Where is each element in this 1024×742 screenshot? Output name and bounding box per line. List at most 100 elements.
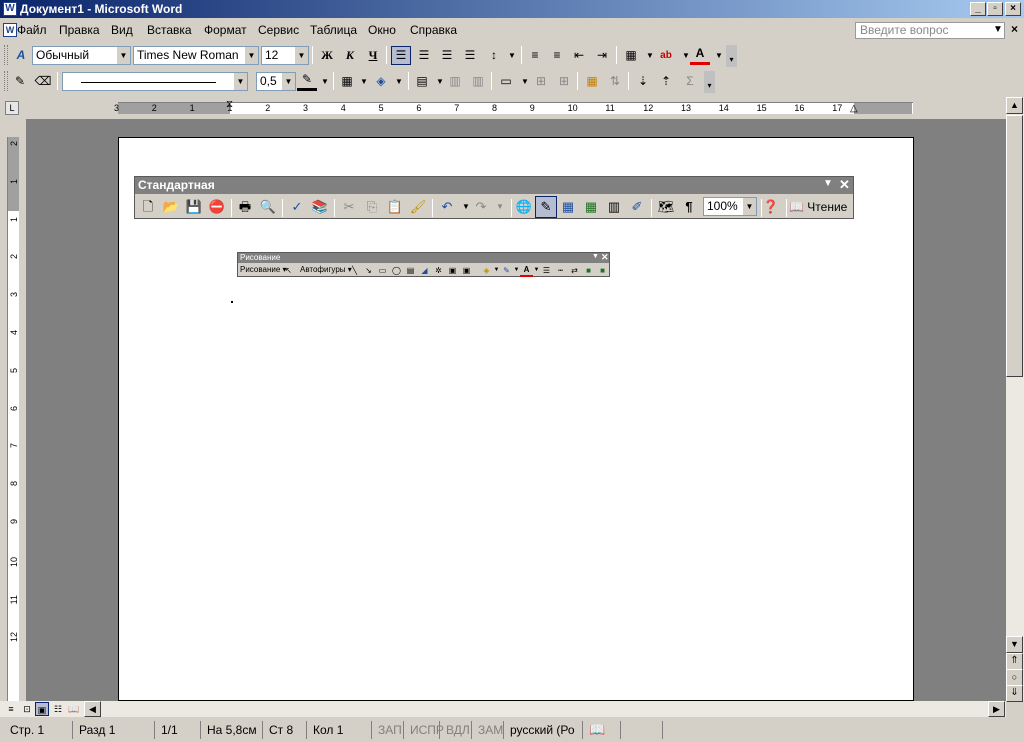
diagram-icon[interactable]: ✲ [432, 264, 445, 277]
underline-button[interactable]: Ч [363, 46, 383, 65]
copy-icon[interactable]: ⎘ [361, 196, 383, 218]
align-center-icon[interactable]: ☰ [414, 46, 434, 65]
read-mode-button[interactable]: 📖 Чтение [789, 196, 851, 218]
line-weight-select[interactable]: 0,5 ▼ [256, 72, 296, 91]
autoshapes-menu-button[interactable]: Автофигуры ▾ [300, 265, 352, 274]
menu-table[interactable]: Таблица [310, 23, 357, 37]
scrollbar-thumb[interactable] [1006, 115, 1023, 377]
line-spacing-icon[interactable]: ↕ [484, 46, 504, 65]
normal-view-icon[interactable]: ≡ [4, 702, 18, 716]
chevron-down-icon[interactable]: ▼ [502, 46, 522, 65]
3d-style-icon[interactable]: ■ [596, 264, 609, 277]
toolbar-options-icon[interactable]: ▼ [592, 253, 599, 260]
scroll-down-icon[interactable]: ▼ [1006, 636, 1023, 653]
menu-tools[interactable]: Сервис [258, 23, 299, 37]
chevron-down-icon[interactable]: ▼ [743, 198, 756, 215]
toolbar-grip[interactable] [4, 45, 8, 65]
restore-button[interactable]: ▫ [987, 2, 1003, 16]
insert-table-icon[interactable]: ▤ [412, 72, 432, 91]
drawing-icon[interactable]: ✐ [626, 196, 648, 218]
columns-icon[interactable]: ▥ [603, 196, 625, 218]
toolbar-options-icon[interactable]: ▼ [823, 178, 833, 189]
text-direction-icon[interactable]: ⇅ [605, 72, 625, 91]
print-preview-icon[interactable]: 🔍 [257, 196, 279, 218]
new-document-icon[interactable]: 🗋 [137, 196, 159, 218]
bullets-icon[interactable]: ≡ [547, 46, 567, 65]
right-indent-icon[interactable]: △ [850, 103, 858, 114]
chevron-down-icon[interactable]: ▼ [282, 73, 295, 90]
minimize-button[interactable]: _ [970, 2, 986, 16]
previous-page-icon[interactable]: ⇑ [1006, 653, 1023, 670]
drawing-toolbar-title[interactable]: Рисование [238, 253, 609, 263]
chevron-down-icon[interactable]: ▼ [389, 72, 409, 91]
standard-toolbar-title[interactable]: Стандартная [135, 177, 853, 194]
menu-format[interactable]: Формат [204, 23, 247, 37]
line-style-icon[interactable]: ☰ [540, 264, 553, 277]
document-menu-icon[interactable]: W [3, 23, 17, 37]
print-layout-icon[interactable]: ▣ [35, 702, 49, 716]
numbering-icon[interactable]: ≡ [525, 46, 545, 65]
chevron-down-icon[interactable]: ▼ [489, 196, 511, 218]
horizontal-scrollbar[interactable]: ≡ ⊡ ▣ ☷ 📖 ◀ ▶ [0, 701, 1006, 717]
style-select[interactable]: Обычный ▼ [32, 46, 131, 65]
scroll-left-icon[interactable]: ◀ [84, 701, 101, 717]
tab-selector-icon[interactable]: L [5, 101, 19, 115]
sort-descending-icon[interactable]: ⇡ [656, 72, 676, 91]
document-map-icon[interactable]: 🗺 [655, 196, 677, 218]
save-icon[interactable]: 💾 [183, 196, 205, 218]
close-button[interactable]: × [1005, 2, 1021, 16]
menu-window[interactable]: Окно [368, 23, 396, 37]
align-cell-icon[interactable]: ▭ [496, 72, 516, 91]
status-language[interactable]: русский (Ро [503, 721, 579, 739]
spelling-status-icon[interactable]: 📖 [582, 721, 605, 739]
ask-question-input[interactable]: Введите вопрос [855, 22, 1005, 39]
chevron-down-icon[interactable]: ▼ [295, 47, 308, 64]
borders-icon[interactable]: ▦ [621, 46, 641, 65]
insert-table-icon[interactable]: ▦ [557, 196, 579, 218]
menu-insert[interactable]: Вставка [147, 23, 192, 37]
tables-borders-icon[interactable]: ✎ [535, 196, 557, 218]
shading-color-icon[interactable]: ◈ [371, 72, 391, 91]
scroll-up-icon[interactable]: ▲ [1006, 97, 1023, 114]
close-icon[interactable]: ✕ [601, 252, 609, 263]
select-browse-object-icon[interactable]: ○ [1006, 669, 1023, 686]
merge-cells-icon[interactable]: ▥ [445, 72, 465, 91]
status-extend[interactable]: ВДЛ [439, 721, 470, 739]
border-color-icon[interactable]: ✎ [297, 72, 317, 91]
status-track-changes[interactable]: ИСПР [403, 721, 444, 739]
text-box-icon[interactable]: ▤ [404, 264, 417, 277]
scroll-right-icon[interactable]: ▶ [988, 701, 1005, 717]
chevron-down-icon[interactable]: ▼ [993, 24, 1003, 35]
distribute-columns-icon[interactable]: ⊞ [554, 72, 574, 91]
toolbar-grip[interactable] [4, 71, 8, 91]
menu-edit[interactable]: Правка [59, 23, 100, 37]
ruler-bar[interactable]: 3 2 1 1 2 3 4 5 6 7 8 9 10 11 12 13 14 15 16 17 [114, 102, 913, 114]
decrease-indent-icon[interactable]: ⇤ [569, 46, 589, 65]
web-layout-icon[interactable]: ⊡ [20, 702, 34, 716]
autosum-icon[interactable]: Σ [680, 72, 700, 91]
next-page-icon[interactable]: ⇓ [1006, 685, 1023, 702]
eraser-icon[interactable]: ⌫ [33, 72, 53, 91]
chevron-down-icon[interactable]: ▼ [117, 47, 130, 64]
align-left-icon[interactable]: ☰ [391, 46, 411, 65]
hyperlink-icon[interactable]: 🌐 [513, 196, 535, 218]
status-record[interactable]: ЗАП [371, 721, 402, 739]
cut-icon[interactable]: ✂ [338, 196, 360, 218]
chevron-down-icon[interactable]: ▼ [234, 73, 247, 90]
chevron-down-icon[interactable]: ▼ [315, 72, 335, 91]
oval-icon[interactable]: ◯ [390, 264, 403, 277]
draw-menu-button[interactable]: Рисование ▾ [240, 265, 287, 274]
paste-icon[interactable]: 📋 [384, 196, 406, 218]
font-size-select[interactable]: 12 ▼ [261, 46, 309, 65]
reading-layout-icon[interactable]: 📖 [67, 702, 81, 716]
toolbar-options-icon[interactable]: ▾ [726, 45, 737, 67]
format-painter-icon[interactable]: 🖌 [407, 196, 429, 218]
highlight-icon[interactable]: ab [656, 46, 676, 65]
font-color-icon[interactable]: A [690, 46, 710, 65]
justify-icon[interactable]: ☰ [460, 46, 480, 65]
shadow-style-icon[interactable]: ■ [582, 264, 595, 277]
status-overtype[interactable]: ЗАМ [471, 721, 503, 739]
italic-button[interactable]: К [340, 46, 360, 65]
clip-art-icon[interactable]: ▣ [446, 264, 459, 277]
table-autoformat-icon[interactable]: ▦ [582, 72, 602, 91]
